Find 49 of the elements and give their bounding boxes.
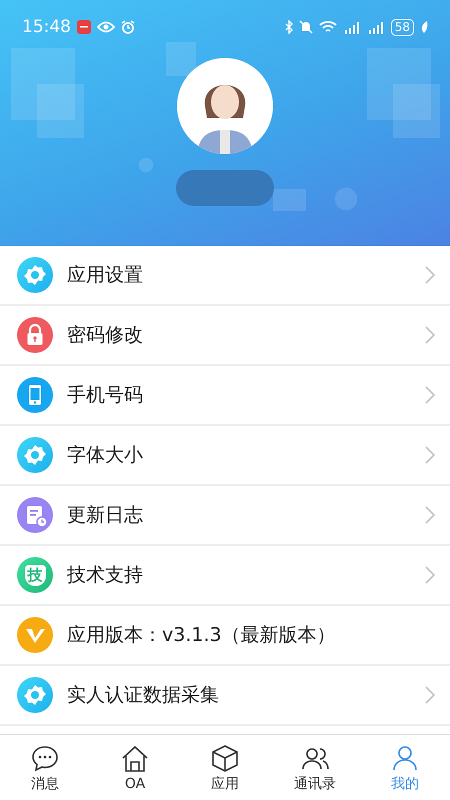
- app-notification-icon: [77, 20, 91, 34]
- gear-icon: [17, 437, 53, 473]
- menu-item[interactable]: 应用设置: [0, 246, 450, 306]
- nav-tab[interactable]: 消息: [0, 735, 90, 800]
- shield-icon: 技: [17, 557, 53, 593]
- signal-icon: [342, 20, 361, 34]
- menu-label: 字体大小: [67, 443, 144, 468]
- lock-icon: [17, 317, 53, 353]
- chevron-right-icon: [424, 685, 436, 705]
- leaf-icon: [420, 21, 428, 33]
- menu-item[interactable]: 字体大小: [0, 426, 450, 486]
- battery-level: 58: [390, 18, 414, 36]
- nav-tab[interactable]: OA: [90, 735, 180, 800]
- chevron-right-icon: [424, 505, 436, 525]
- menu-label: 应用版本：v3.1.3（最新版本）: [67, 623, 337, 648]
- gear-icon: [17, 677, 53, 713]
- menu-item[interactable]: 更新日志: [0, 486, 450, 546]
- chevron-right-icon: [424, 265, 436, 285]
- menu-item[interactable]: 应用版本：v3.1.3（最新版本）: [0, 606, 450, 666]
- cube-icon: [210, 742, 240, 772]
- bluetooth-icon: [284, 20, 293, 34]
- menu-label: 手机号码: [67, 383, 144, 408]
- avatar[interactable]: [177, 58, 273, 154]
- eye-icon: [97, 21, 115, 33]
- menu-label: 应用设置: [67, 263, 144, 288]
- menu-label: 技术支持: [67, 563, 144, 588]
- wifi-icon: [318, 20, 337, 34]
- nav-tab[interactable]: 应用: [180, 735, 270, 800]
- chevron-right-icon: [424, 385, 436, 405]
- menu-label: 密码修改: [67, 323, 144, 348]
- chevron-right-icon: [424, 565, 436, 585]
- status-time: 15:48: [22, 17, 71, 37]
- house-icon: [120, 744, 150, 774]
- muted-bell-icon: [298, 20, 313, 34]
- gear-icon: [17, 257, 53, 293]
- chevron-right-icon: [424, 445, 436, 465]
- chevron-logo-icon: [17, 617, 53, 653]
- document-clock-icon: [17, 497, 53, 533]
- chevron-right-icon: [424, 325, 436, 345]
- menu-label: 更新日志: [67, 503, 144, 528]
- alarm-icon: [121, 20, 135, 34]
- menu-label: 实人认证数据采集: [67, 683, 220, 708]
- phone-icon: [17, 377, 53, 413]
- nav-tab[interactable]: 通讯录: [270, 735, 360, 800]
- menu-item[interactable]: 手机号码: [0, 366, 450, 426]
- menu-item[interactable]: 实人认证数据采集: [0, 666, 450, 726]
- menu-item[interactable]: 密码修改: [0, 306, 450, 366]
- menu-item[interactable]: 技 技术支持: [0, 546, 450, 606]
- signal-icon: [366, 20, 385, 34]
